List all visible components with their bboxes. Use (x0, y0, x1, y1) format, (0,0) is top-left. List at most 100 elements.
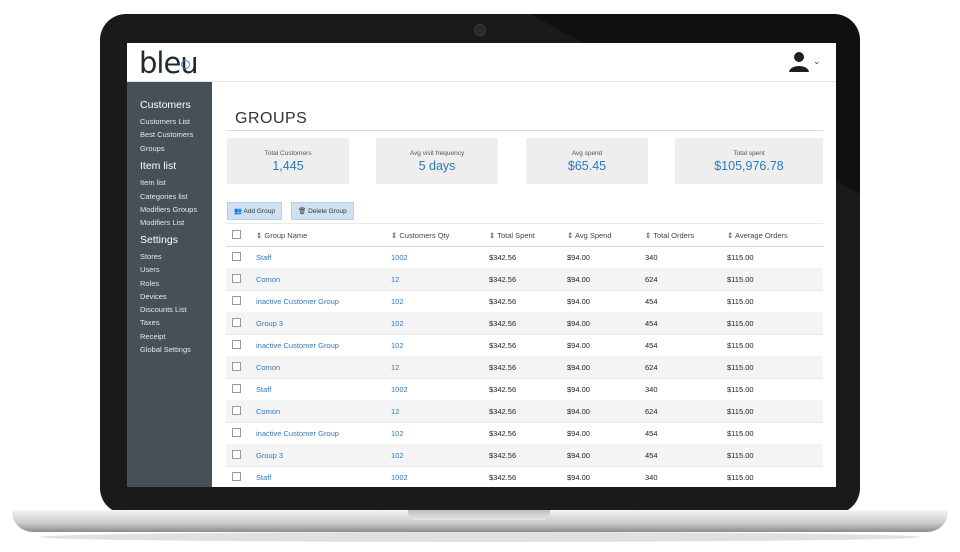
customers-qty-link[interactable]: 102 (391, 341, 404, 350)
app-screen: bleu ⌄ Customers Customers List Best Cus… (127, 43, 836, 487)
sidebar-item-users[interactable]: Users (140, 265, 160, 274)
group-name-link[interactable]: Group 3 (256, 451, 283, 460)
stat-card-total-spent: Total spent $105,976.78 (675, 138, 823, 184)
row-checkbox[interactable] (232, 362, 241, 371)
sidebar-item-item-list[interactable]: Item list (140, 178, 166, 187)
table-cell: 454 (645, 319, 658, 328)
stat-value: $105,976.78 (714, 159, 784, 173)
add-group-button[interactable]: 👥 Add Group (227, 202, 282, 220)
table-cell: $342.56 (489, 451, 517, 460)
customers-qty-link[interactable]: 1002 (391, 473, 408, 482)
customers-qty-link[interactable]: 102 (391, 429, 404, 438)
customers-qty-link[interactable]: 12 (391, 407, 399, 416)
table-cell: $115.00 (727, 385, 754, 394)
page-title: GROUPS (235, 110, 308, 127)
trash-icon: 🗑 (298, 208, 307, 215)
row-checkbox[interactable] (232, 274, 241, 283)
select-all-checkbox[interactable] (232, 230, 241, 239)
customers-qty-link[interactable]: 102 (391, 451, 404, 460)
group-name-link[interactable]: inactive Customer Group (256, 297, 339, 306)
stat-card-avg-visit-frequency: Avg visit frequency 5 days (376, 138, 498, 184)
table-cell: $94.00 (567, 319, 590, 328)
table-row[interactable]: Comon 12 $342.56 $94.00 624 $115.00 (226, 400, 823, 423)
table-cell: $342.56 (489, 473, 517, 482)
customers-qty-link[interactable]: 1002 (391, 385, 408, 394)
sidebar-item-modifiers-list[interactable]: Modifiers List (140, 218, 184, 227)
customers-qty-link[interactable]: 12 (391, 275, 399, 284)
table-cell: $342.56 (489, 341, 517, 350)
table-cell: $115.00 (727, 451, 754, 460)
table-cell: $115.00 (727, 297, 754, 306)
stat-value: $65.45 (567, 159, 607, 173)
row-checkbox[interactable] (232, 318, 241, 327)
table-row[interactable]: Group 3 102 $342.56 $94.00 454 $115.00 (226, 444, 823, 467)
sidebar-item-categories-list[interactable]: Categories list (140, 192, 188, 201)
table-cell: $115.00 (727, 429, 754, 438)
sidebar-item-devices[interactable]: Devices (140, 292, 167, 301)
row-checkbox[interactable] (232, 252, 241, 261)
customers-qty-link[interactable]: 102 (391, 297, 404, 306)
group-name-link[interactable]: inactive Customer Group (256, 341, 339, 350)
column-header-group-name[interactable]: ⇕ Group Name (256, 231, 307, 240)
customers-qty-link[interactable]: 12 (391, 363, 399, 372)
row-checkbox[interactable] (232, 296, 241, 305)
table-cell: 624 (645, 363, 658, 372)
table-row[interactable]: Staff 1002 $342.56 $94.00 340 $115.00 (226, 466, 823, 487)
row-checkbox[interactable] (232, 340, 241, 349)
row-checkbox[interactable] (232, 428, 241, 437)
table-row[interactable]: inactive Customer Group 102 $342.56 $94.00 4… (226, 290, 823, 313)
column-header-avg-spend[interactable]: ⇕ Avg Spend (567, 231, 612, 240)
sidebar-item-groups[interactable]: Groups (140, 144, 165, 153)
table-cell: 340 (645, 385, 658, 394)
group-name-link[interactable]: Comon (256, 407, 280, 416)
laptop-notch (408, 510, 550, 520)
table-cell: 624 (645, 275, 658, 284)
stat-label: Avg visit frequency (409, 150, 465, 157)
group-name-link[interactable]: Comon (256, 363, 280, 372)
group-name-link[interactable]: inactive Customer Group (256, 429, 339, 438)
sidebar-item-taxes[interactable]: Taxes (140, 318, 160, 327)
table-cell: $94.00 (567, 341, 590, 350)
delete-group-label: Delete Group (308, 208, 347, 215)
table-row[interactable]: Staff 1002 $342.56 $94.00 340 $115.00 (226, 378, 823, 401)
table-row[interactable]: Group 3 102 $342.56 $94.00 454 $115.00 (226, 312, 823, 335)
table-cell: 340 (645, 253, 658, 262)
sidebar-item-best-customers[interactable]: Best Customers (140, 130, 193, 139)
table-row[interactable]: inactive Customer Group 102 $342.56 $94.00 4… (226, 422, 823, 445)
row-checkbox[interactable] (232, 406, 241, 415)
row-checkbox[interactable] (232, 472, 241, 481)
table-row[interactable]: Comon 12 $342.56 $94.00 624 $115.00 (226, 356, 823, 379)
sidebar-item-roles[interactable]: Roles (140, 279, 159, 288)
table-cell: $115.00 (727, 407, 754, 416)
column-header-average-orders[interactable]: ⇕ Average Orders (727, 231, 788, 240)
customers-qty-link[interactable]: 1002 (391, 253, 408, 262)
sidebar-item-receipt[interactable]: Receipt (140, 332, 165, 341)
table-row[interactable]: Comon 12 $342.56 $94.00 624 $115.00 (226, 268, 823, 291)
group-name-link[interactable]: Staff (256, 473, 271, 482)
row-checkbox[interactable] (232, 384, 241, 393)
user-menu[interactable]: ⌄ (788, 50, 822, 74)
column-header-customers-qty[interactable]: ⇕ Customers Qty (391, 231, 449, 240)
column-header-total-orders[interactable]: ⇕ Total Orders (645, 231, 694, 240)
group-name-link[interactable]: Staff (256, 253, 271, 262)
sidebar-item-modifiers-groups[interactable]: Modifiers Groups (140, 205, 197, 214)
sidebar-heading-customers: Customers (140, 99, 191, 111)
row-checkbox[interactable] (232, 450, 241, 459)
table-cell: $115.00 (727, 253, 754, 262)
table-row[interactable]: Staff 1002 $342.56 $94.00 340 $115.00 (226, 246, 823, 269)
table-cell: 454 (645, 297, 658, 306)
table-cell: $115.00 (727, 319, 754, 328)
table-row[interactable]: inactive Customer Group 102 $342.56 $94.00 4… (226, 334, 823, 357)
delete-group-button[interactable]: 🗑 Delete Group (291, 202, 354, 220)
group-name-link[interactable]: Staff (256, 385, 271, 394)
sidebar-item-global-settings[interactable]: Global Settings (140, 345, 191, 354)
sidebar-item-discounts-list[interactable]: Discounts List (140, 305, 187, 314)
group-name-link[interactable]: Comon (256, 275, 280, 284)
column-header-total-spent[interactable]: ⇕ Total Spent (489, 231, 535, 240)
table-cell: $94.00 (567, 473, 590, 482)
sidebar-item-customers-list[interactable]: Customers List (140, 117, 190, 126)
sidebar-item-stores[interactable]: Stores (140, 252, 162, 261)
group-name-link[interactable]: Group 3 (256, 319, 283, 328)
table-cell: $342.56 (489, 275, 517, 284)
customers-qty-link[interactable]: 102 (391, 319, 404, 328)
